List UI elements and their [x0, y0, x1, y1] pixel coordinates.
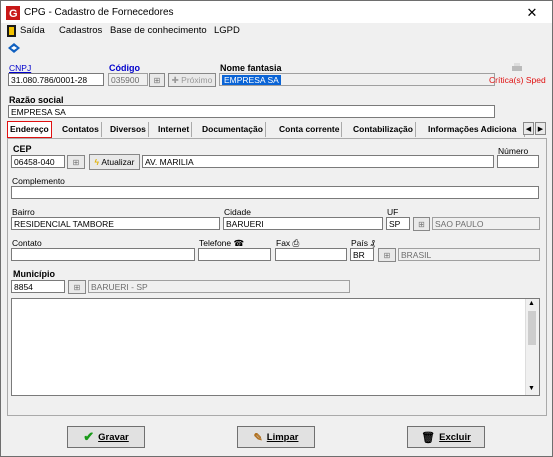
uf-label: UF	[387, 207, 399, 217]
atualizar-button[interactable]: ϟ Atualizar	[89, 154, 140, 170]
numero-field[interactable]	[497, 155, 539, 168]
municipio-code-field[interactable]: 8854	[11, 280, 65, 293]
window-title: CPG - Cadastro de Fornecedores	[24, 7, 174, 18]
menu-bar: Saída Cadastros Base de conhecimento LGP…	[1, 23, 552, 39]
nome-fantasia-field[interactable]: EMPRESA SA	[219, 73, 495, 86]
gravar-button[interactable]: ✔ Gravar	[67, 426, 145, 448]
binoculars-icon: ⊞	[418, 220, 425, 229]
lightning-icon: ϟ	[94, 157, 100, 167]
menu-saida[interactable]: Saída	[20, 25, 45, 36]
tab-scroll-right-button[interactable]: ▶	[535, 122, 546, 135]
search-codigo-button[interactable]: ⊞	[149, 73, 165, 87]
observacoes-memo[interactable]: ▲ ▼	[11, 298, 540, 396]
cnpj-field[interactable]: 31.080.786/0001-28	[8, 73, 104, 86]
critica-sped-link[interactable]: Crítica(s) Sped	[489, 75, 546, 85]
logradouro-field[interactable]: AV. MARILIA	[142, 155, 494, 168]
tab-strip: Endereço Contatos Diversos Internet Docu…	[7, 121, 547, 138]
scroll-thumb[interactable]	[528, 311, 536, 345]
menu-lgpd[interactable]: LGPD	[214, 25, 240, 36]
proximo-button[interactable]: ✚ Próximo	[168, 73, 216, 87]
menu-base-conhecimento[interactable]: Base de conhecimento	[110, 25, 207, 36]
eraser-icon: ✎	[253, 431, 263, 444]
checkmark-icon: ✔	[83, 429, 95, 444]
tab-documentacao[interactable]: Documentação	[200, 122, 266, 137]
telefone-field[interactable]	[198, 248, 271, 261]
fax-label-text: Fax	[276, 238, 291, 248]
window: G CPG - Cadastro de Fornecedores ✕ Saída…	[0, 0, 553, 457]
tab-contabilizacao[interactable]: Contabilização	[351, 122, 416, 137]
title-bar: G CPG - Cadastro de Fornecedores ✕	[1, 1, 552, 25]
nome-fantasia-value: EMPRESA SA	[222, 75, 281, 85]
chevron-left-icon: ◀	[525, 126, 532, 133]
limpar-button[interactable]: ✎ Limpar	[237, 426, 315, 448]
binoculars-icon: ⊞	[153, 76, 161, 85]
codigo-field[interactable]: 035900	[108, 73, 148, 86]
pais-code-field[interactable]: BR	[350, 248, 374, 261]
tab-conta-corrente[interactable]: Conta corrente	[277, 122, 343, 137]
scroll-down-icon[interactable]: ▼	[528, 385, 535, 392]
cidade-label: Cidade	[224, 207, 251, 217]
cidade-field[interactable]: BARUERI	[223, 217, 383, 230]
tab-contatos[interactable]: Contatos	[60, 122, 102, 137]
razao-social-field[interactable]: EMPRESA SA	[8, 105, 495, 118]
plus-icon: ✚	[171, 75, 179, 85]
cnpj-label-link[interactable]: CNPJ	[9, 63, 31, 73]
tab-internet[interactable]: Internet	[156, 122, 193, 137]
chevron-right-icon: ▶	[537, 126, 544, 133]
bairro-field[interactable]: RESIDENCIAL TAMBORE	[11, 217, 220, 230]
search-cep-button[interactable]: ⊞	[67, 155, 85, 169]
municipio-name-field: BARUERI - SP	[88, 280, 350, 293]
search-municipio-button[interactable]: ⊞	[68, 280, 86, 294]
limpar-label: Limpar	[266, 431, 299, 443]
search-pais-button[interactable]: ⊞	[378, 248, 396, 262]
trash-icon: 🗑	[421, 431, 436, 444]
tab-informacoes-adicionais[interactable]: Informações Adiciona	[426, 122, 525, 137]
telefone-label-text: Telefone	[199, 238, 232, 248]
scroll-up-icon[interactable]: ▲	[528, 300, 535, 307]
phone-icon: ☎	[233, 238, 245, 248]
menu-cadastros[interactable]: Cadastros	[59, 25, 102, 36]
razao-social-label: Razão social	[9, 95, 64, 105]
municipio-label: Município	[13, 269, 55, 279]
nome-fantasia-label: Nome fantasia	[220, 63, 282, 73]
complemento-field[interactable]	[11, 186, 539, 199]
binoculars-icon: ⊞	[72, 158, 80, 167]
codigo-label: Código	[109, 63, 140, 73]
tab-diversos[interactable]: Diversos	[108, 122, 149, 137]
nav-diamond-icon[interactable]	[8, 43, 20, 53]
fax-icon: ⎙	[292, 238, 300, 248]
uf-field[interactable]: SP	[386, 217, 410, 230]
close-button[interactable]: ✕	[520, 4, 544, 22]
cep-label: CEP	[13, 144, 32, 154]
pais-name-field: BRASIL	[398, 248, 540, 261]
binoculars-icon: ⊞	[383, 251, 391, 260]
pais-label-text: País	[351, 238, 369, 248]
excluir-button[interactable]: 🗑 Excluir	[407, 426, 485, 448]
exit-door-icon[interactable]	[6, 25, 17, 37]
uf-name-field: SAO PAULO	[432, 217, 540, 230]
pais-icon: ₰	[370, 238, 375, 248]
app-logo-icon: G	[6, 6, 20, 20]
excluir-label: Excluir	[439, 431, 471, 443]
cep-field[interactable]: 06458-040	[11, 155, 65, 168]
proximo-label: Próximo	[181, 75, 213, 85]
memo-scrollbar[interactable]: ▲ ▼	[525, 299, 539, 395]
printer-icon	[512, 63, 522, 71]
pais-label: País ₰	[351, 238, 375, 248]
bairro-label: Bairro	[12, 207, 35, 217]
complemento-label: Complemento	[12, 176, 65, 186]
svg-text:G: G	[9, 8, 18, 20]
gravar-label: Gravar	[98, 431, 129, 443]
search-uf-button[interactable]: ⊞	[413, 217, 430, 231]
binoculars-icon: ⊞	[73, 283, 81, 292]
contato-field[interactable]	[11, 248, 195, 261]
contato-label: Contato	[12, 238, 42, 248]
tab-endereco[interactable]: Endereço	[7, 121, 52, 138]
atualizar-label: Atualizar	[101, 157, 135, 167]
tab-scroll-left-button[interactable]: ◀	[523, 122, 534, 135]
fax-field[interactable]	[275, 248, 347, 261]
